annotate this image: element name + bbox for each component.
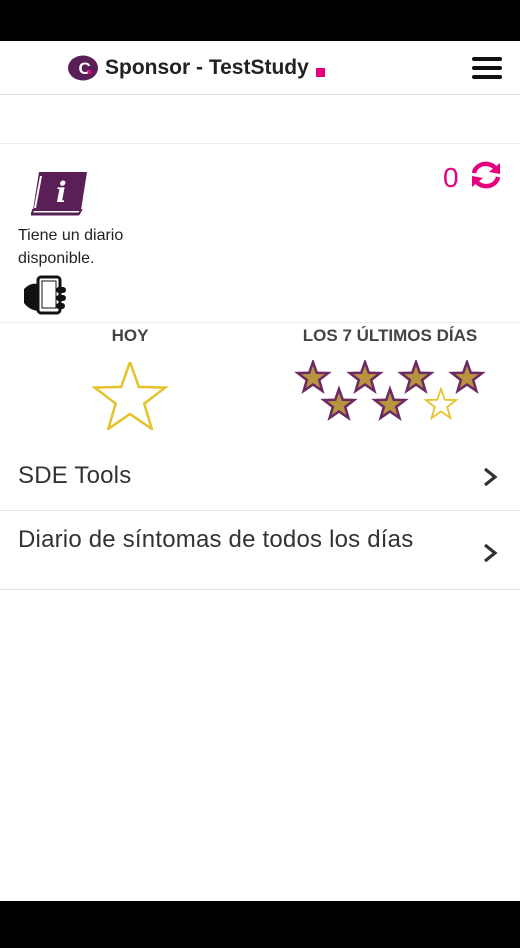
day-star-7-missed [423, 386, 459, 421]
day-star-2-completed [346, 360, 384, 394]
header-spacer [0, 96, 520, 144]
svg-text:i: i [56, 176, 67, 209]
day-star-5-completed [320, 385, 358, 421]
pending-counter[interactable]: 0 [443, 160, 503, 196]
diary-available-message: Tiene un diario disponible. [18, 227, 124, 267]
hamburger-menu-icon[interactable] [472, 57, 502, 79]
day-star-4-completed [448, 360, 486, 394]
menu-item-daily-symptom-diary[interactable]: Diario de síntomas de todos los días [0, 512, 520, 590]
sponsor-logo-icon: C [68, 55, 98, 81]
brand: C Sponsor - TestStudy [68, 55, 325, 81]
day-star-3-completed [397, 360, 435, 394]
hand-holding-tablet-icon [24, 275, 66, 315]
day-star-1-completed [294, 360, 332, 394]
diary-info-book-icon[interactable]: i [29, 170, 91, 216]
pending-count: 0 [443, 162, 459, 193]
menu-item-sde-tools[interactable]: SDE Tools [0, 444, 520, 511]
system-status-bar [0, 0, 520, 41]
today-heading: HOY [111, 326, 149, 345]
logo-letter: C [79, 59, 91, 78]
menu-item-label: Diario de síntomas de todos los días [18, 526, 414, 553]
system-navigation-bar [0, 901, 520, 948]
diary-status-panel: i Tiene un diario disponible. 0 [0, 145, 520, 323]
title-accent-dot [315, 67, 325, 77]
app-title: Sponsor - TestStudy [105, 56, 309, 79]
week-stars-group [294, 360, 486, 421]
chevron-right-icon [484, 467, 498, 487]
last-7-days-heading: LOS 7 ÚLTIMOS DÍAS [302, 326, 478, 345]
refresh-sync-icon[interactable] [469, 160, 503, 190]
app-header: C Sponsor - TestStudy [0, 41, 520, 95]
today-star-icon [91, 362, 169, 430]
day-star-6-completed [371, 385, 409, 421]
menu-item-label: SDE Tools [18, 462, 132, 489]
chevron-right-icon [484, 543, 498, 563]
